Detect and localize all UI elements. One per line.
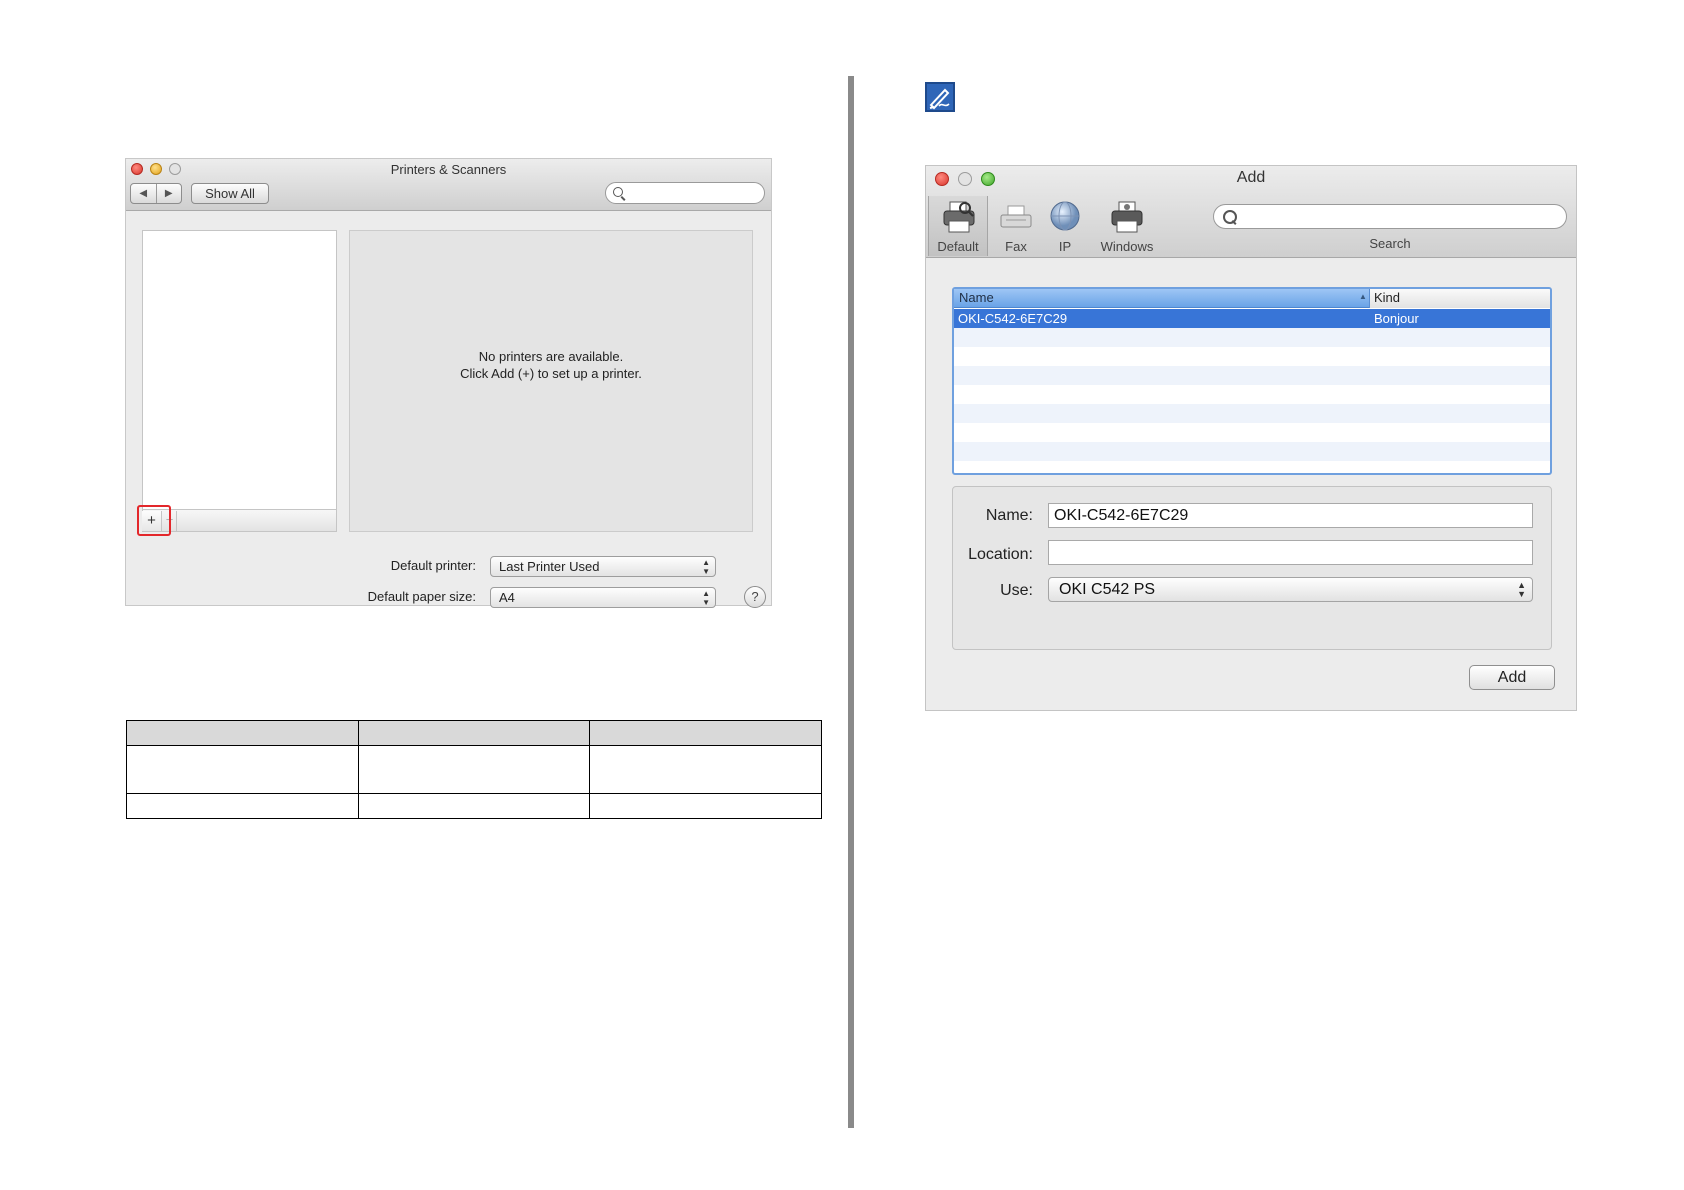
default-printer-label: Default printer: [390, 558, 476, 573]
memo-note-icon [925, 82, 955, 112]
search-input[interactable] [1213, 204, 1567, 229]
table-header-cell [589, 720, 822, 746]
windows-printer-icon [1111, 201, 1143, 233]
printer-list[interactable] [142, 230, 337, 510]
location-field[interactable] [1048, 540, 1533, 565]
toolbar-default-label: Default [937, 239, 979, 254]
table-row [126, 793, 822, 819]
location-label: Location: [968, 546, 1033, 563]
toolbar-windows-button[interactable]: Windows [1091, 196, 1163, 256]
column-separator [1369, 289, 1370, 308]
toolbar-windows-label: Windows [1100, 239, 1154, 254]
table-cell [126, 793, 359, 819]
table-row-empty [954, 347, 1550, 366]
table-row-empty [954, 328, 1550, 347]
window-title: Printers & Scanners [390, 162, 507, 177]
default-printer-select[interactable]: Last Printer Used ▲ ▼ [490, 556, 716, 577]
default-paper-size-label: Default paper size: [367, 589, 476, 604]
search-icon [613, 187, 623, 197]
use-driver-value: OKI C542 PS [1059, 581, 1156, 598]
add-window-toolbar: Add Default Fax IP Windows Search [926, 166, 1576, 258]
name-field[interactable]: OKI-C542-6E7C29 [1048, 503, 1533, 528]
window-title: Add [1236, 169, 1266, 186]
table-row-empty [954, 366, 1550, 385]
help-button[interactable]: ? [744, 586, 766, 608]
table-header-cell [357, 720, 591, 746]
toolbar-fax-label: Fax [1005, 239, 1027, 254]
sort-ascending-icon: ▲ [1359, 292, 1367, 301]
empty-message: No printers are available. Click Add (+)… [350, 348, 752, 382]
back-forward-control: ◀ ▶ [130, 183, 182, 204]
toolbar-fax-button[interactable]: Fax [991, 196, 1041, 256]
default-printer-value: Last Printer Used [499, 559, 600, 574]
document-table [126, 720, 822, 819]
printer-browser-table[interactable]: Name ▲ Kind OKI-C542-6E7C29 Bonjour [952, 287, 1552, 475]
table-row-empty [954, 404, 1550, 423]
toolbar-ip-button[interactable]: IP [1043, 196, 1087, 256]
toolbar-ip-label: IP [1058, 239, 1072, 254]
table-cell [357, 793, 591, 819]
show-all-button[interactable]: Show All [191, 183, 269, 204]
printer-kind-cell: Bonjour [1374, 311, 1419, 326]
forward-arrow-icon[interactable]: ▶ [157, 184, 182, 203]
column-header-name[interactable]: Name [959, 290, 994, 305]
fax-icon [1000, 205, 1032, 228]
add-printer-window: Add Default Fax IP Windows Search Name ▲… [925, 165, 1577, 711]
table-header-row [126, 720, 822, 746]
table-row-empty [954, 385, 1550, 404]
titlebar: Printers & Scanners ◀ ▶ Show All [126, 159, 771, 211]
use-label: Use: [1000, 582, 1033, 599]
table-cell [357, 745, 591, 794]
search-input[interactable] [605, 182, 765, 204]
printer-info-form: Name: OKI-C542-6E7C29 Location: Use: OKI… [952, 486, 1552, 650]
highlight-box [137, 505, 171, 536]
table-cell [126, 745, 359, 794]
default-paper-value: A4 [499, 590, 515, 605]
table-row[interactable]: OKI-C542-6E7C29 Bonjour [954, 309, 1550, 328]
empty-message-line2: Click Add (+) to set up a printer. [460, 366, 642, 381]
updown-arrows-icon: ▲ ▼ [1517, 579, 1526, 599]
empty-message-line1: No printers are available. [478, 349, 624, 364]
use-driver-select[interactable]: OKI C542 PS ▲ ▼ [1048, 577, 1533, 602]
globe-icon [1050, 201, 1080, 231]
printer-name-cell: OKI-C542-6E7C29 [958, 311, 1068, 326]
default-paper-size-select[interactable]: A4 ▲ ▼ [490, 587, 716, 608]
updown-arrows-icon: ▲ ▼ [702, 557, 710, 576]
back-arrow-icon[interactable]: ◀ [131, 184, 157, 203]
page-divider [848, 76, 854, 1128]
table-cell [589, 793, 822, 819]
name-label: Name: [985, 507, 1033, 524]
table-row [126, 745, 822, 794]
printers-scanners-window: Printers & Scanners ◀ ▶ Show All + − No … [125, 158, 772, 608]
search-icon [1223, 210, 1237, 224]
toolbar-default-button[interactable]: Default [928, 196, 988, 256]
add-button[interactable]: Add [1469, 665, 1555, 690]
column-header-kind[interactable]: Kind [1374, 290, 1400, 305]
table-cell [589, 745, 822, 794]
search-label: Search [1369, 236, 1411, 251]
updown-arrows-icon: ▲ ▼ [702, 588, 710, 607]
table-header-cell [126, 720, 359, 746]
printer-icon [943, 201, 975, 233]
printer-detail-pane: No printers are available. Click Add (+)… [349, 230, 753, 532]
table-row-empty [954, 423, 1550, 442]
table-row-empty [954, 442, 1550, 461]
table-header: Name ▲ Kind [954, 289, 1550, 308]
